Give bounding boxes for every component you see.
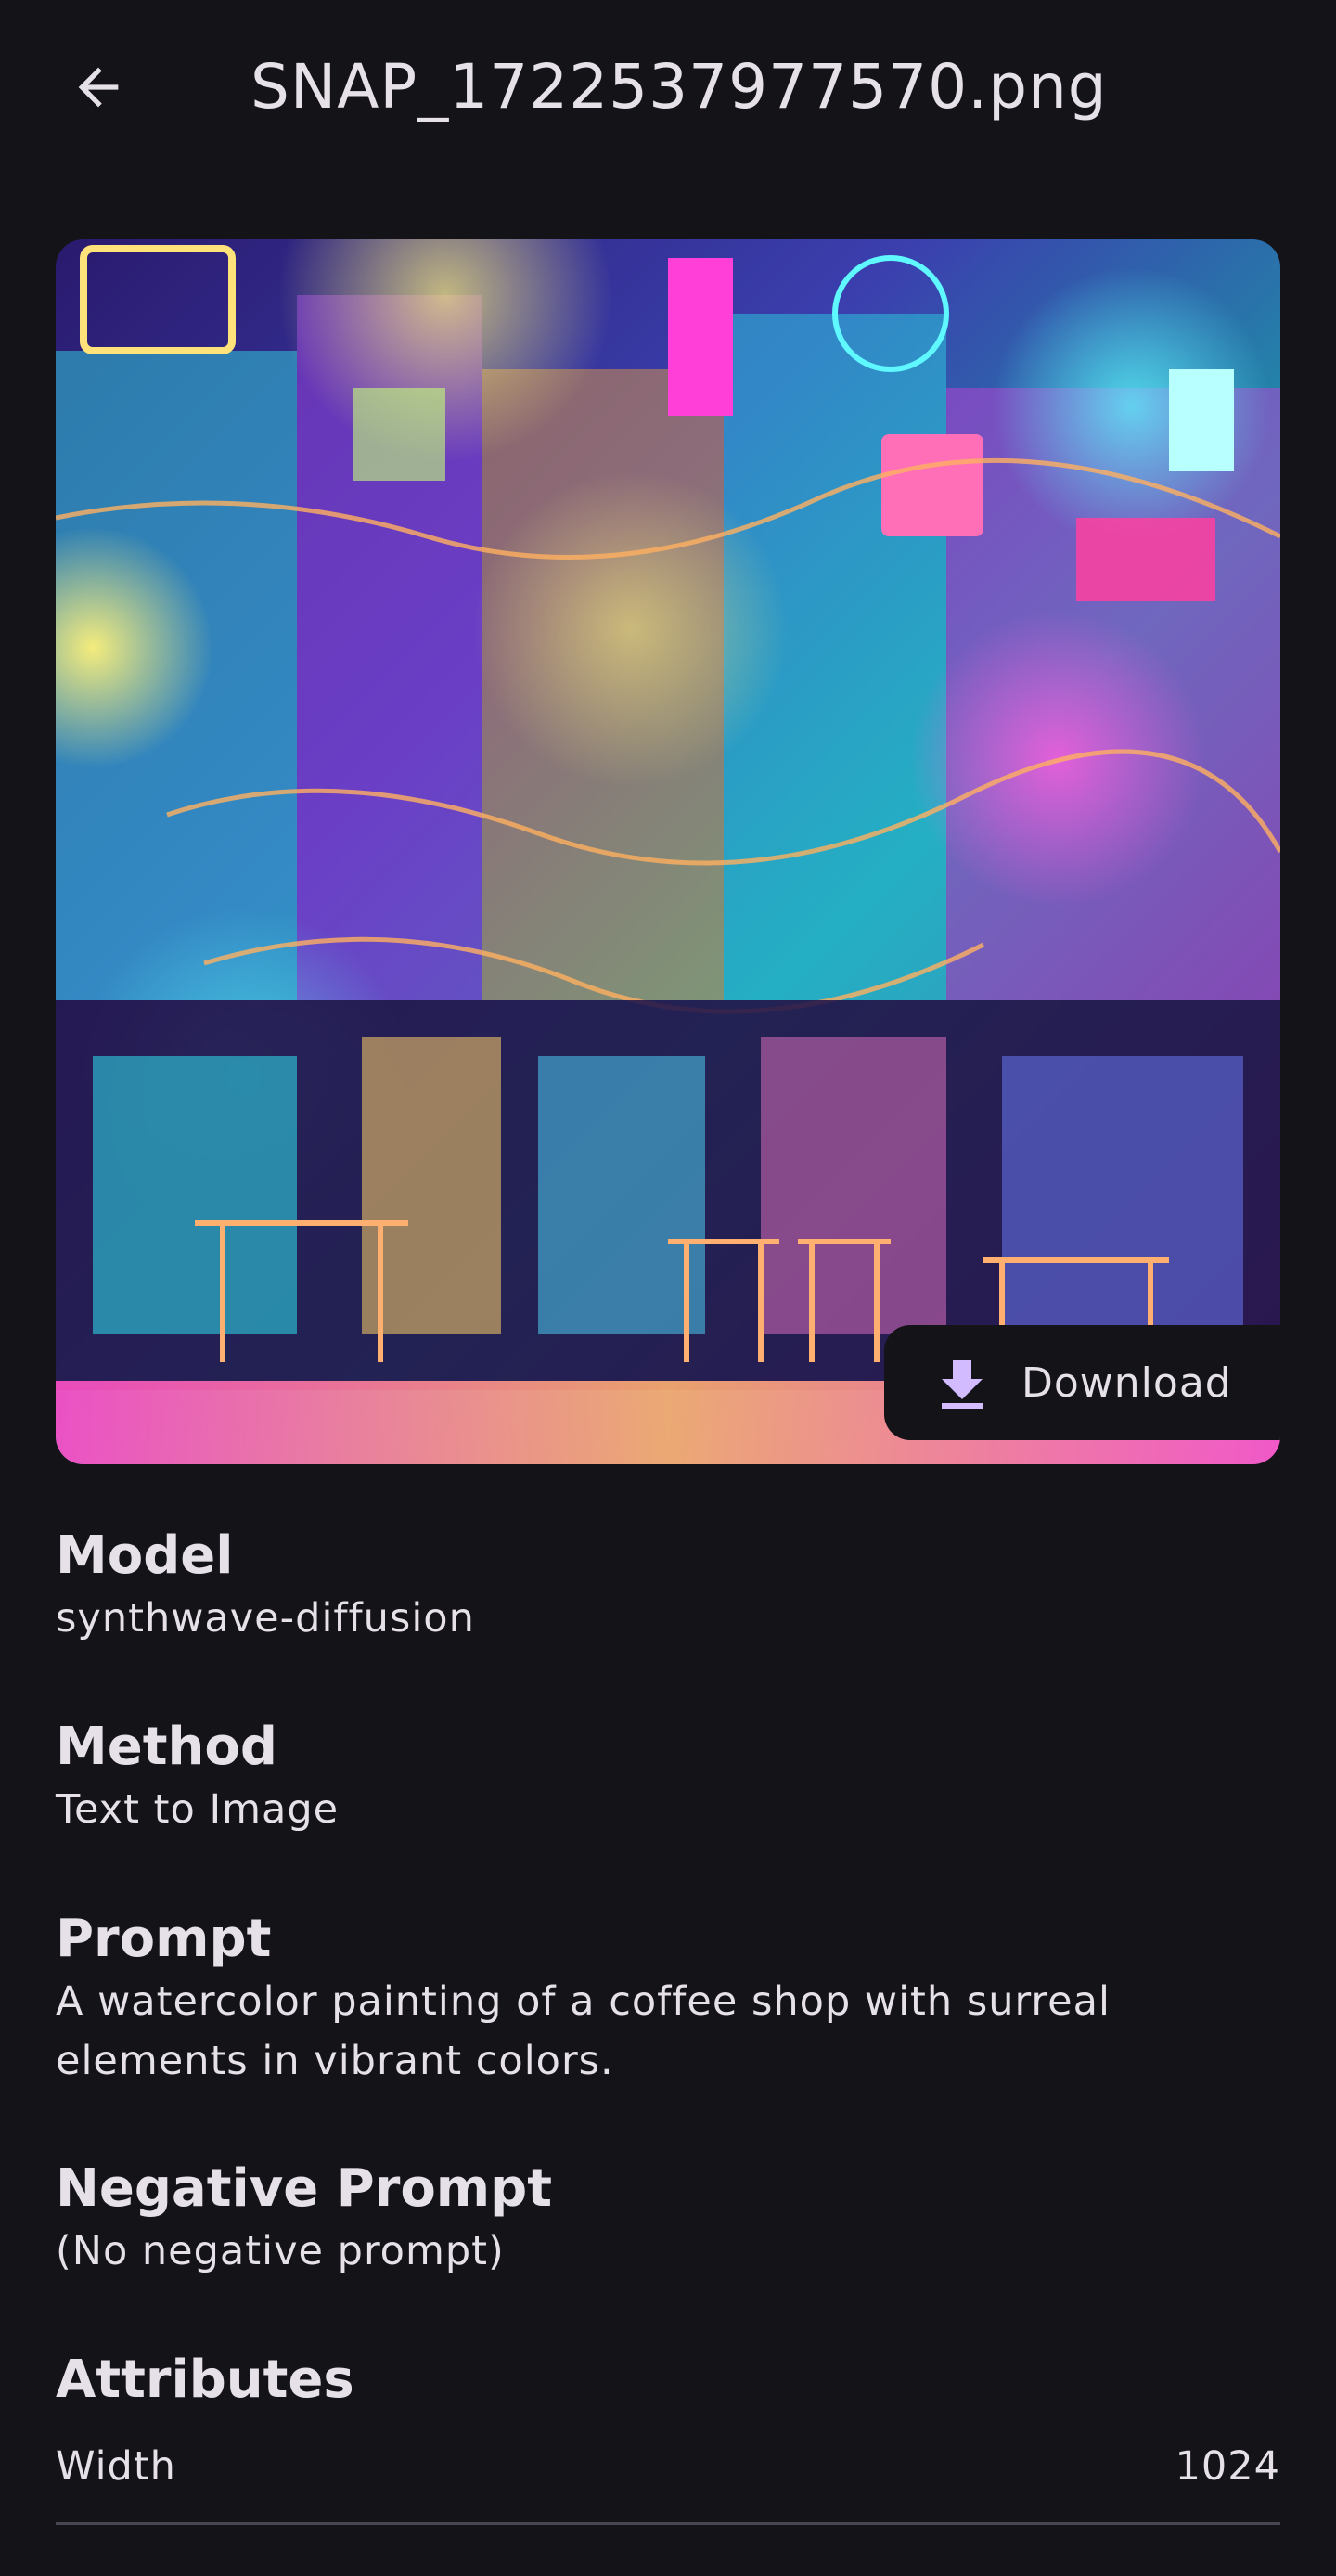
attributes-label: Attributes (56, 2350, 354, 2410)
top-app-bar: SNAP_1722537977570.png (0, 0, 1336, 176)
back-button[interactable] (52, 41, 145, 134)
model-value: synthwave-diffusion (56, 1595, 475, 1642)
method-value: Text to Image (56, 1786, 340, 1833)
download-button[interactable]: Download (884, 1325, 1280, 1440)
prompt-label: Prompt (56, 1909, 272, 1969)
download-icon (940, 1357, 984, 1409)
image-artwork (56, 239, 1280, 1464)
generated-image[interactable]: Download (56, 239, 1280, 1464)
negative-prompt-label: Negative Prompt (56, 2158, 553, 2219)
attribute-row-width: Width 1024 (56, 2437, 1280, 2496)
download-label: Download (1021, 1359, 1232, 1407)
model-label: Model (56, 1526, 234, 1586)
method-label: Method (56, 1717, 277, 1777)
prompt-value-line-1: A watercolor painting of a coffee shop w… (56, 1978, 1111, 2025)
model-section: Model synthwave-diffusion (56, 1524, 1280, 1648)
page-title: SNAP_1722537977570.png (250, 51, 1108, 122)
prompt-section: Prompt A watercolor painting of a coffee… (56, 1907, 1280, 2091)
prompt-value-line-2: elements in vibrant colors. (56, 2038, 614, 2084)
attribute-divider (56, 2522, 1280, 2525)
negative-prompt-section: Negative Prompt (No negative prompt) (56, 2157, 1280, 2281)
arrow-back-icon (78, 67, 119, 108)
method-section: Method Text to Image (56, 1715, 1280, 1839)
attributes-section: Attributes (56, 2348, 1280, 2413)
negative-prompt-value: (No negative prompt) (56, 2228, 505, 2274)
attribute-name: Width (56, 2443, 176, 2490)
attribute-value: 1024 (1175, 2443, 1280, 2490)
